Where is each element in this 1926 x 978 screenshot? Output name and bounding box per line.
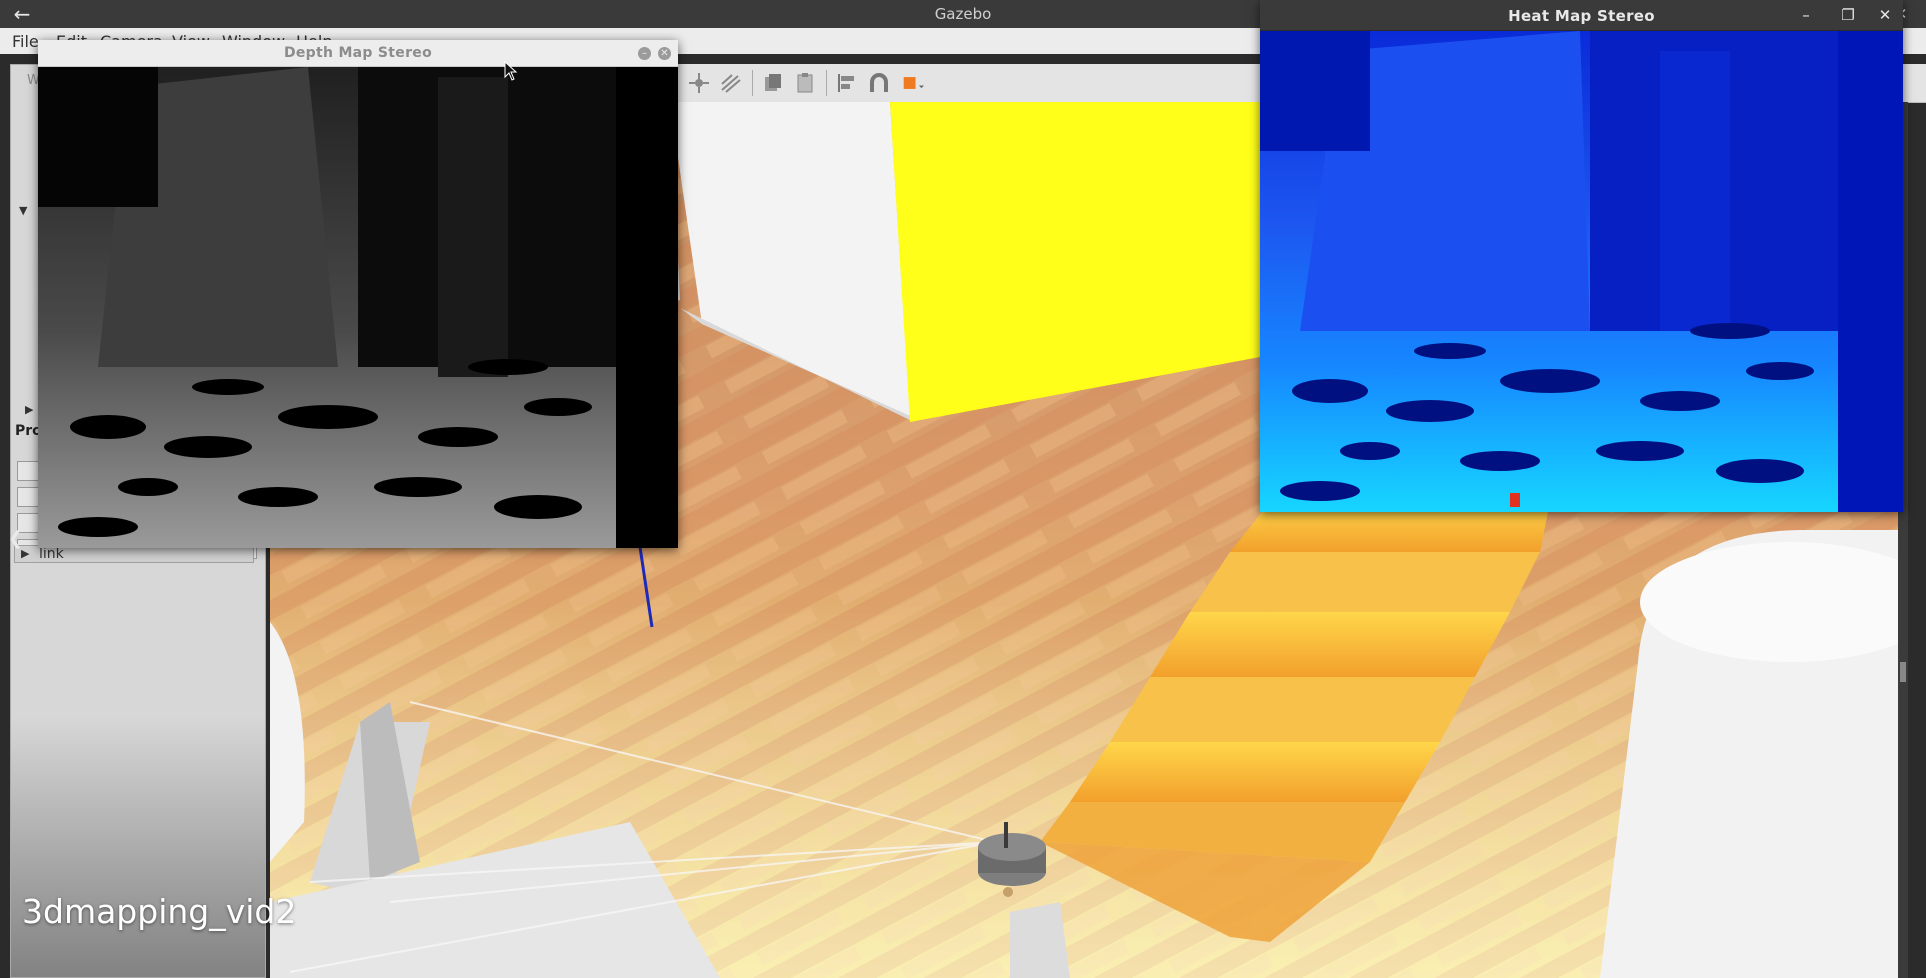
depth-window-title: Depth Map Stereo xyxy=(283,45,433,61)
close-icon[interactable]: ✕ xyxy=(1867,4,1903,26)
copy-icon[interactable] xyxy=(762,72,784,94)
splitter-handle[interactable] xyxy=(1900,662,1906,682)
expand-arrow-icon[interactable]: ▼ xyxy=(19,204,27,217)
depth-window-titlebar[interactable]: Depth Map Stereo – ✕ xyxy=(38,40,678,67)
shape-icon[interactable] xyxy=(902,72,924,94)
lines-icon[interactable] xyxy=(720,72,742,94)
restore-icon[interactable]: ❐ xyxy=(1830,4,1866,26)
heat-map-window[interactable]: Heat Map Stereo – ❐ ✕ xyxy=(1260,0,1903,512)
foreground-post xyxy=(1010,902,1070,978)
minimize-icon[interactable]: – xyxy=(1788,4,1824,26)
toolbar-divider xyxy=(752,70,753,96)
heat-window-titlebar[interactable]: Heat Map Stereo – ❐ ✕ xyxy=(1260,0,1903,31)
mouse-cursor-icon xyxy=(504,61,518,81)
collapse-arrow-icon[interactable]: ▶ xyxy=(25,403,33,416)
translate-icon[interactable] xyxy=(688,72,710,94)
depth-map-window[interactable]: Depth Map Stereo – ✕ xyxy=(38,40,678,548)
heat-map-image xyxy=(1260,31,1903,512)
align-icon[interactable] xyxy=(836,72,858,94)
panel-shadow xyxy=(11,717,265,977)
video-watermark: 3dmapping_vid2 xyxy=(22,892,297,931)
menu-file[interactable]: File xyxy=(12,32,39,51)
scroll-left-icon[interactable]: ❮ xyxy=(8,528,23,549)
toolbar-divider xyxy=(826,70,827,96)
magnet-icon[interactable] xyxy=(868,72,890,94)
depth-map-image xyxy=(38,67,678,548)
paste-icon[interactable] xyxy=(794,72,816,94)
tree-item-label: link xyxy=(39,546,64,562)
close-icon[interactable]: ✕ xyxy=(658,47,671,60)
minimize-icon[interactable]: – xyxy=(638,47,651,60)
